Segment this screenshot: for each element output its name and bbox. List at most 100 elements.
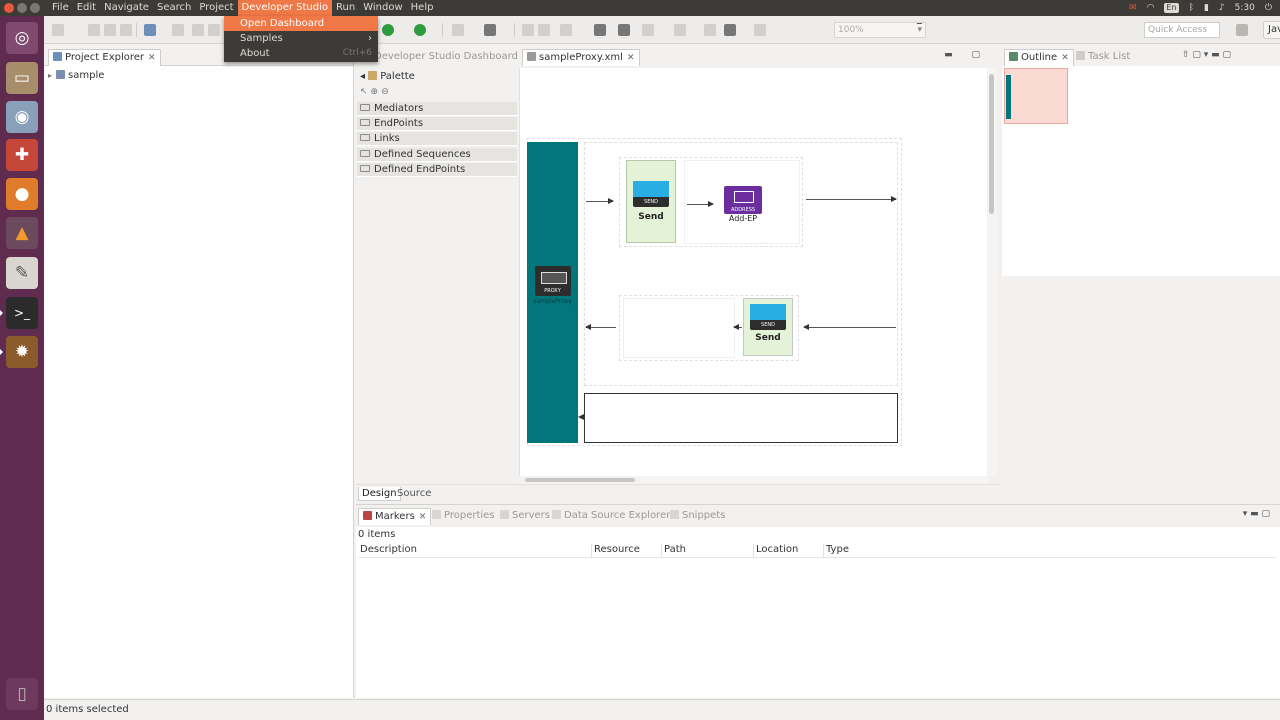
new-server-icon[interactable] xyxy=(452,24,464,36)
files-icon[interactable]: ▭ xyxy=(6,62,38,94)
suspend-icon[interactable] xyxy=(192,24,204,36)
proxy-service-node[interactable]: PROXY sampleProxy xyxy=(532,266,573,316)
tab-task-list[interactable]: Task List xyxy=(1072,49,1134,66)
debug-icon[interactable] xyxy=(414,24,426,36)
tab-markers[interactable]: Markers ✕ xyxy=(358,508,432,525)
tab-project-explorer[interactable]: Project Explorer ✕ xyxy=(48,49,161,66)
close-icon[interactable]: ✕ xyxy=(148,53,156,63)
canvas-vertical-scrollbar[interactable] xyxy=(987,68,997,476)
run-icon[interactable] xyxy=(382,24,394,36)
globe-icon[interactable] xyxy=(594,24,606,36)
column-location[interactable]: Location xyxy=(754,544,824,558)
send-mediator-out[interactable]: SEND Send xyxy=(743,298,793,356)
tab-snippets[interactable]: Snippets xyxy=(666,508,729,525)
vlc-icon[interactable]: ▲ xyxy=(6,217,38,249)
open-folder-icon[interactable] xyxy=(538,24,550,36)
print-icon[interactable] xyxy=(120,24,132,36)
maximize-window-button[interactable] xyxy=(30,3,40,13)
tab-sampleproxy-xml[interactable]: sampleProxy.xml ✕ xyxy=(522,49,640,66)
open-perspective-icon[interactable] xyxy=(1236,24,1248,36)
palette-drawer-mediators[interactable]: Mediators xyxy=(357,102,517,116)
tab-outline[interactable]: Outline ✕ xyxy=(1004,49,1074,66)
annotation-prev-icon[interactable] xyxy=(674,24,686,36)
canvas-horizontal-scrollbar[interactable] xyxy=(519,476,989,484)
address-endpoint-node[interactable]: ADDRESS Add-EP xyxy=(722,186,764,223)
close-icon[interactable]: ✕ xyxy=(419,512,427,522)
quick-access-input[interactable]: Quick Access xyxy=(1144,22,1220,38)
terminal-icon[interactable]: >_ xyxy=(0,297,38,329)
text-editor-icon[interactable]: ✎ xyxy=(6,257,38,289)
fault-sequence-box[interactable] xyxy=(584,393,898,443)
bluetooth-icon[interactable]: ᛒ xyxy=(1189,3,1194,13)
trash-icon[interactable]: ▯ xyxy=(6,678,38,710)
menu-help[interactable]: Help xyxy=(407,0,438,16)
power-icon[interactable]: ⏻ xyxy=(1265,3,1272,13)
menu-developer-studio[interactable]: Developer Studio xyxy=(237,0,333,16)
close-icon[interactable]: ✕ xyxy=(1061,53,1069,63)
menu-navigate[interactable]: Navigate xyxy=(100,0,153,16)
pen-icon[interactable] xyxy=(560,24,572,36)
annotation-next-icon[interactable] xyxy=(642,24,654,36)
forward-icon[interactable] xyxy=(754,24,766,36)
editor-minimize-maximize[interactable]: ▬ ▢ xyxy=(944,50,988,60)
send-mediator-in[interactable]: SEND Send xyxy=(626,160,676,243)
palette-drawer-defined-sequences[interactable]: Defined Sequences xyxy=(357,148,517,162)
chevron-left-icon[interactable]: ◂ xyxy=(360,71,368,82)
chevron-right-icon[interactable]: ▸ xyxy=(48,71,52,80)
perspective-java-ee-button[interactable]: Java EE xyxy=(1263,21,1280,39)
select-tool-icon[interactable]: ↖ xyxy=(360,87,371,97)
column-type[interactable]: Type xyxy=(824,544,944,558)
connect-icon[interactable] xyxy=(144,24,156,36)
open-type-icon[interactable] xyxy=(522,24,534,36)
save-all-icon[interactable] xyxy=(104,24,116,36)
resume-icon[interactable] xyxy=(172,24,184,36)
outline-view-controls[interactable]: ⇧ ▢ ▾ ▬ ▢ xyxy=(1182,50,1231,60)
column-resource[interactable]: Resource xyxy=(592,544,662,558)
close-window-button[interactable] xyxy=(4,3,14,13)
back-icon[interactable] xyxy=(724,24,736,36)
keyboard-layout-indicator[interactable]: En xyxy=(1164,3,1179,13)
zoom-out-icon[interactable]: ⊖ xyxy=(381,87,392,97)
menu-item-open-dashboard[interactable]: Open Dashboard xyxy=(224,16,378,31)
tree-item-sample-project[interactable]: ▸ sample xyxy=(48,70,104,81)
palette-drawer-links[interactable]: Links xyxy=(357,132,517,146)
palette-drawer-defined-endpoints[interactable]: Defined EndPoints xyxy=(357,163,517,177)
web-service-icon[interactable] xyxy=(484,24,496,36)
menu-file[interactable]: File xyxy=(48,0,73,16)
menu-run[interactable]: Run xyxy=(332,0,359,16)
zoom-combo[interactable]: 100% ▾ xyxy=(834,22,926,38)
last-edit-icon[interactable] xyxy=(704,24,716,36)
tab-properties[interactable]: Properties xyxy=(428,508,499,525)
minimize-window-button[interactable] xyxy=(17,3,27,13)
markers-view-controls[interactable]: ▾ ▬ ▢ xyxy=(1243,509,1270,519)
palette-drawer-endpoints[interactable]: EndPoints xyxy=(357,117,517,131)
menu-search[interactable]: Search xyxy=(153,0,195,16)
palette-header[interactable]: ◂ Palette xyxy=(360,71,415,82)
save-icon[interactable] xyxy=(88,24,100,36)
menu-item-samples[interactable]: Samples › xyxy=(224,31,378,46)
menu-project[interactable]: Project xyxy=(195,0,237,16)
search-toolbar-icon[interactable] xyxy=(618,24,630,36)
volume-icon[interactable]: ♪ xyxy=(1219,3,1225,13)
menu-edit[interactable]: Edit xyxy=(73,0,100,16)
dash-icon[interactable]: ◎ xyxy=(6,22,38,54)
clock[interactable]: 5:30 xyxy=(1235,3,1255,13)
eclipse-developer-studio-icon[interactable]: ✹ xyxy=(0,336,38,368)
outline-thumbnail[interactable] xyxy=(1004,68,1068,124)
column-description[interactable]: Description xyxy=(358,544,592,558)
battery-icon[interactable]: ▮ xyxy=(1204,3,1209,13)
tab-servers[interactable]: Servers xyxy=(496,508,554,525)
tab-developer-studio-dashboard[interactable]: Developer Studio Dashboard xyxy=(370,49,522,66)
new-icon[interactable] xyxy=(52,24,64,36)
menu-item-about[interactable]: About Ctrl+6 xyxy=(224,46,378,61)
tab-data-source-explorer[interactable]: Data Source Explorer xyxy=(548,508,674,525)
zoom-in-icon[interactable]: ⊕ xyxy=(371,87,382,97)
software-center-icon[interactable]: ◉ xyxy=(6,101,38,133)
tab-source[interactable]: Source xyxy=(394,487,434,501)
wifi-icon[interactable]: ◠ xyxy=(1147,3,1155,13)
settings-tools-icon[interactable]: ✚ xyxy=(6,139,38,171)
mail-icon[interactable]: ✉ xyxy=(1129,3,1137,13)
close-icon[interactable]: ✕ xyxy=(627,53,635,63)
column-path[interactable]: Path xyxy=(662,544,754,558)
menu-window[interactable]: Window xyxy=(359,0,406,16)
